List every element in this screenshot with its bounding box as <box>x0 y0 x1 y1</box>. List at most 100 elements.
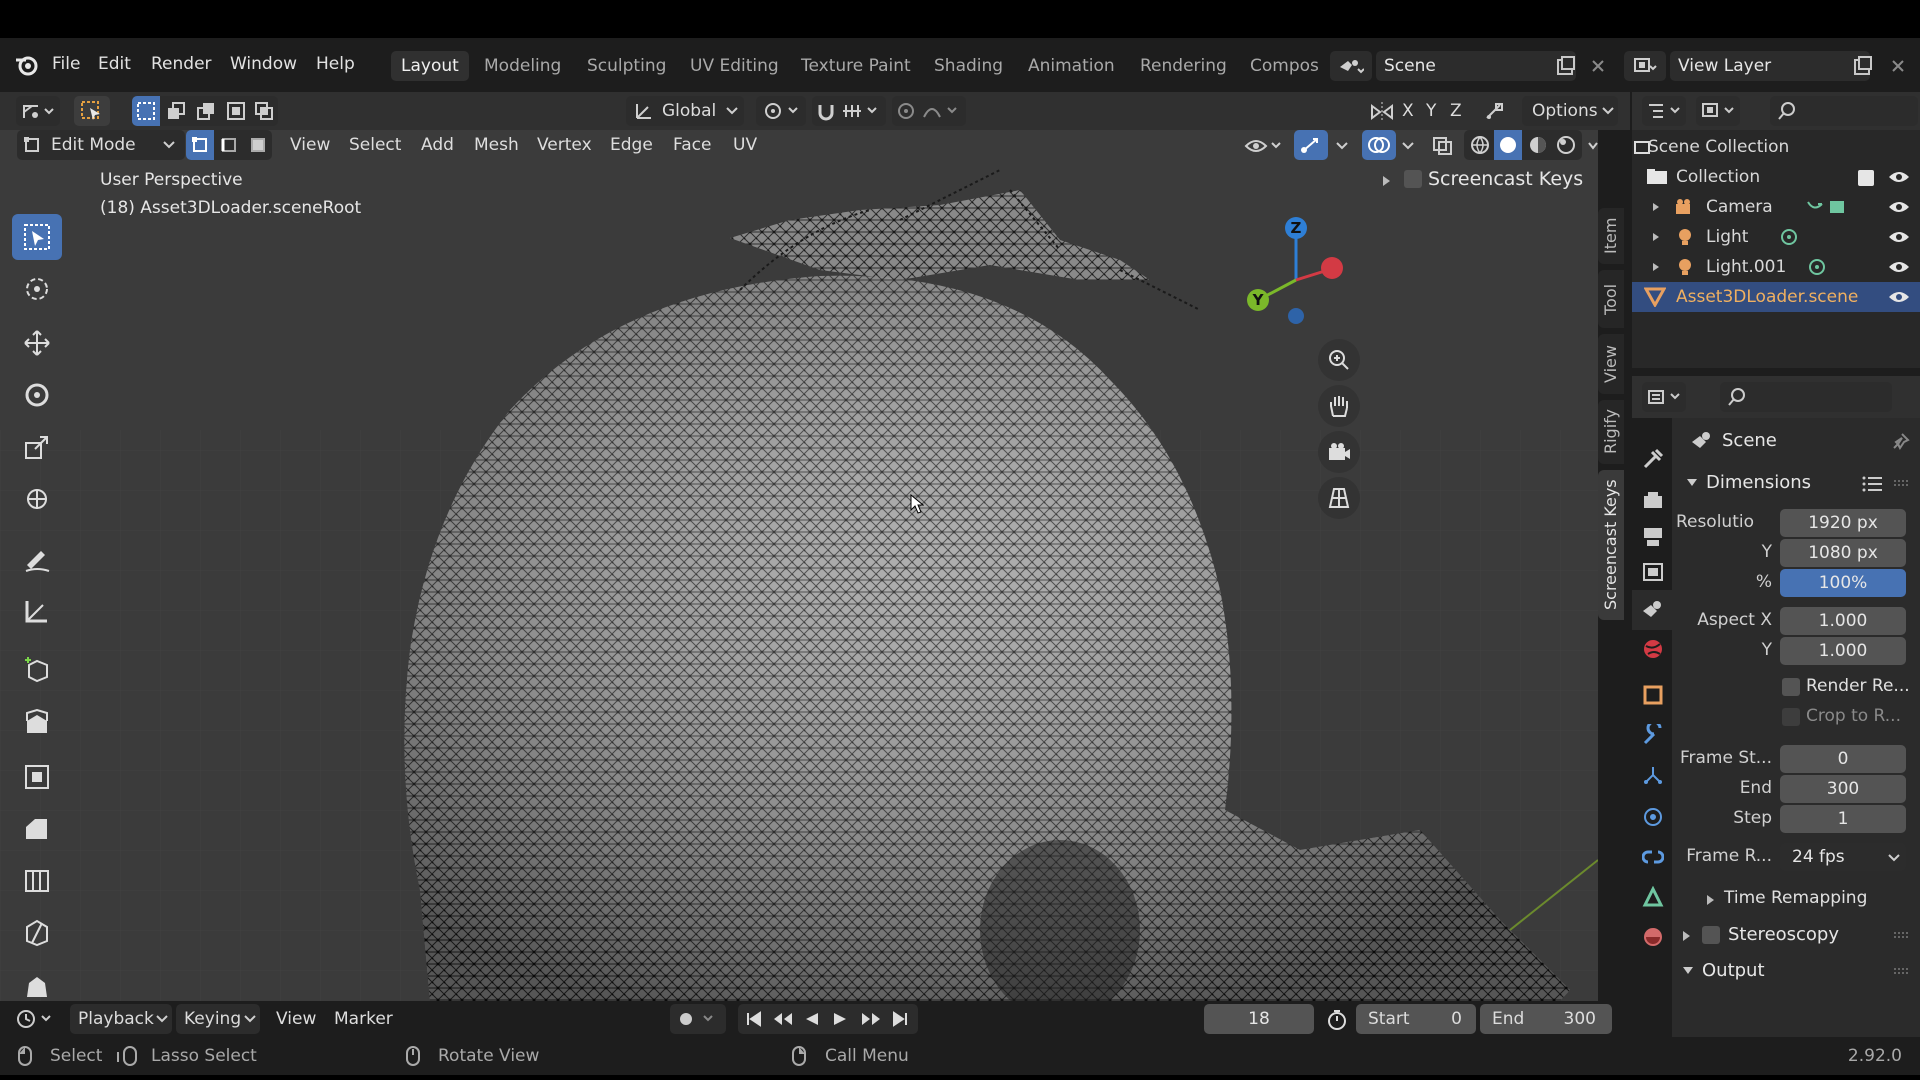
jump-start-icon[interactable] <box>746 1011 762 1027</box>
chevron-down-icon[interactable] <box>1402 142 1414 150</box>
wireframe-shading-icon[interactable] <box>1470 135 1490 155</box>
current-frame-field[interactable]: 18 <box>1204 1004 1314 1034</box>
mirror-icon[interactable] <box>1370 102 1394 122</box>
drag-handle-icon[interactable] <box>1894 932 1910 940</box>
play-reverse-icon[interactable] <box>804 1011 820 1027</box>
transform-tool-button[interactable] <box>12 476 62 522</box>
drag-handle-icon[interactable] <box>1894 968 1910 976</box>
bevel-tool-button[interactable] <box>12 806 62 852</box>
tool-settings-tab-icon[interactable] <box>1642 448 1664 470</box>
physics-tab-icon[interactable] <box>1642 806 1664 828</box>
timeline-menu-marker[interactable]: Marker <box>334 1004 393 1034</box>
outliner-item-light[interactable]: Light <box>1632 222 1920 252</box>
play-icon[interactable] <box>832 1011 848 1027</box>
mode-dropdown[interactable]: Edit Mode <box>17 130 185 160</box>
new-view-layer-icon[interactable] <box>1852 55 1874 77</box>
measure-tool-button[interactable] <box>12 588 62 634</box>
screencast-keys-panel[interactable]: Screencast Keys <box>1376 166 1596 196</box>
outliner-item-camera[interactable]: Camera <box>1632 192 1920 222</box>
timeline-menu-view[interactable]: View <box>276 1004 316 1034</box>
viewport-menu-select[interactable]: Select <box>349 130 401 160</box>
solid-shading-button[interactable] <box>1494 130 1522 160</box>
select-subtract-button[interactable] <box>192 96 220 126</box>
chevron-down-icon[interactable] <box>1588 142 1598 150</box>
viewport-menu-mesh[interactable]: Mesh <box>474 130 519 160</box>
select-intersect-button[interactable] <box>250 96 278 126</box>
scene-tab[interactable] <box>1632 590 1672 630</box>
move-tool-button[interactable] <box>12 320 62 366</box>
outliner-editor-type[interactable] <box>1642 96 1686 126</box>
options-dropdown[interactable]: Options <box>1522 96 1618 126</box>
stereoscopy-panel-header[interactable]: Stereoscopy <box>1672 920 1920 950</box>
select-new-button[interactable] <box>132 96 160 126</box>
stopwatch-icon[interactable] <box>1326 1009 1348 1031</box>
poly-build-tool-button[interactable] <box>12 962 62 998</box>
exclude-checkbox[interactable] <box>1858 170 1874 186</box>
output-tab-icon[interactable] <box>1642 526 1664 548</box>
outliner-scene-collection[interactable]: Scene Collection <box>1632 132 1920 162</box>
xray-icon[interactable] <box>1432 136 1454 156</box>
properties-editor-type[interactable] <box>1642 382 1686 412</box>
dimensions-panel-header[interactable]: Dimensions <box>1672 466 1920 500</box>
tab-texture-paint[interactable]: Texture Paint <box>791 51 921 81</box>
add-cube-tool-button[interactable] <box>12 646 62 692</box>
side-tab-item[interactable]: Item <box>1598 208 1624 264</box>
eye-icon[interactable] <box>1888 290 1910 304</box>
stereoscopy-checkbox[interactable] <box>1702 926 1720 944</box>
eye-icon[interactable] <box>1888 170 1910 184</box>
drag-handle-icon[interactable] <box>1894 480 1910 488</box>
side-tab-view[interactable]: View <box>1598 334 1624 394</box>
proportional-editing[interactable] <box>892 96 966 126</box>
menu-render[interactable]: Render <box>151 54 212 74</box>
view-layer-tab-icon[interactable] <box>1642 562 1664 584</box>
face-select-button[interactable] <box>244 130 272 160</box>
menu-help[interactable]: Help <box>316 54 355 74</box>
auto-merge-icon[interactable] <box>1484 102 1506 122</box>
crop-checkbox[interactable] <box>1782 708 1800 726</box>
modifier-tab-icon[interactable] <box>1642 724 1664 746</box>
expand-arrow-icon[interactable] <box>1652 262 1660 272</box>
zoom-button[interactable] <box>1318 339 1360 381</box>
tab-sculpting[interactable]: Sculpting <box>577 51 676 81</box>
jump-end-icon[interactable] <box>892 1011 908 1027</box>
active-tool-button[interactable] <box>74 96 110 126</box>
keying-dropdown[interactable]: Keying <box>176 1004 260 1034</box>
menu-edit[interactable]: Edit <box>98 54 131 74</box>
select-invert-button[interactable] <box>222 96 250 126</box>
properties-search-field[interactable] <box>1720 382 1892 412</box>
menu-file[interactable]: File <box>52 54 80 74</box>
camera-view-button[interactable] <box>1318 431 1360 473</box>
timeline-editor-type[interactable] <box>14 1004 58 1034</box>
output-panel-header[interactable]: Output <box>1672 956 1920 986</box>
view-layer-name-field[interactable]: View Layer <box>1670 51 1870 81</box>
scene-browse-button[interactable] <box>1330 51 1372 81</box>
render-region-checkbox[interactable] <box>1782 678 1800 696</box>
mesh-data-tab-icon[interactable] <box>1642 886 1664 908</box>
mirror-x-toggle[interactable]: X <box>1402 96 1414 126</box>
frame-end-field[interactable]: 300 <box>1780 775 1906 803</box>
delete-scene-icon[interactable] <box>1590 58 1606 74</box>
aspect-x-field[interactable]: 1.000 <box>1780 607 1906 635</box>
inset-tool-button[interactable] <box>12 754 62 800</box>
playback-dropdown[interactable]: Playback <box>70 1004 172 1034</box>
tab-animation[interactable]: Animation <box>1018 51 1125 81</box>
tab-compositing[interactable]: Compos <box>1240 51 1329 81</box>
particles-tab-icon[interactable] <box>1642 764 1664 786</box>
viewport-menu-vertex[interactable]: Vertex <box>537 130 592 160</box>
resolution-y-field[interactable]: 1080 px <box>1780 539 1906 567</box>
chevron-down-icon[interactable] <box>1336 142 1348 150</box>
next-keyframe-icon[interactable] <box>860 1011 882 1027</box>
start-frame-field[interactable]: Start 0 <box>1356 1004 1476 1034</box>
gizmo-toggle[interactable] <box>1294 130 1328 160</box>
display-mode-dropdown[interactable] <box>1696 96 1740 126</box>
viewport-menu-face[interactable]: Face <box>673 130 711 160</box>
navigation-gizmo[interactable]: Z Y <box>1236 212 1356 332</box>
time-remapping-subpanel[interactable]: Time Remapping <box>1672 884 1920 914</box>
auto-keying-button[interactable] <box>670 1004 726 1034</box>
rendered-shading-icon[interactable] <box>1556 135 1576 155</box>
3d-viewport[interactable]: Edit Mode View Select Add Mesh Vertex Ed… <box>0 130 1598 1001</box>
frame-start-field[interactable]: 0 <box>1780 745 1906 773</box>
expand-arrow-icon[interactable] <box>1652 232 1660 242</box>
outliner-search-field[interactable] <box>1770 96 1918 126</box>
resolution-x-field[interactable]: 1920 px <box>1780 509 1906 537</box>
